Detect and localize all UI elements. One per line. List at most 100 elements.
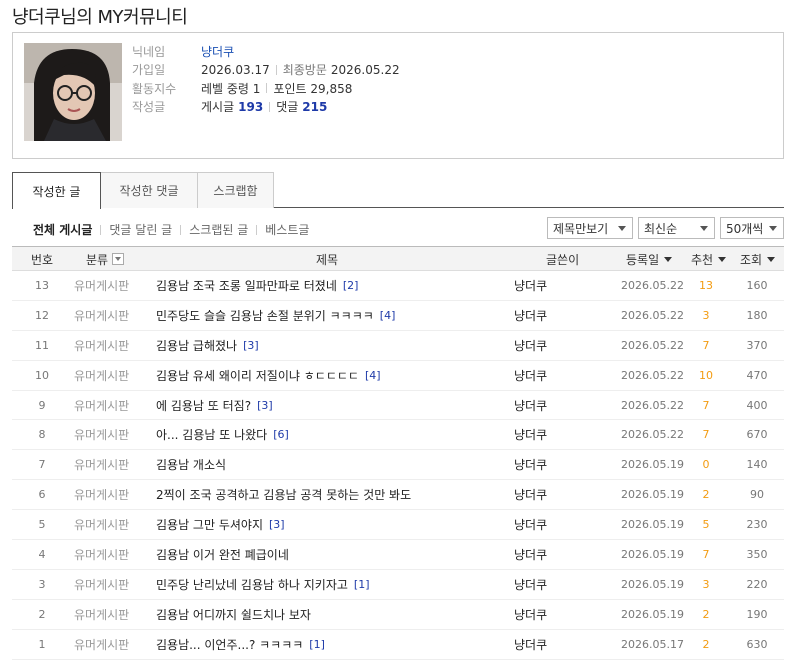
post-category[interactable]: 유머게시판 bbox=[74, 510, 129, 539]
post-category[interactable]: 유머게시판 bbox=[74, 271, 129, 300]
post-title-link[interactable]: 민주당도 슬슬 김용남 손절 분위기 ㅋㅋㅋㅋ [4] bbox=[156, 301, 395, 330]
category-filter-icon[interactable] bbox=[112, 253, 125, 265]
post-category[interactable]: 유머게시판 bbox=[74, 540, 129, 569]
filter-all-posts[interactable]: 전체 게시글 bbox=[33, 221, 92, 238]
post-writer[interactable]: 냥더쿠 bbox=[514, 600, 547, 629]
post-date: 2026.05.17 bbox=[621, 637, 684, 651]
col-views-sort[interactable]: 조회 bbox=[740, 247, 776, 271]
post-writer[interactable]: 냥더쿠 bbox=[514, 361, 547, 390]
divider bbox=[256, 224, 258, 235]
comment-count-badge[interactable]: [6] bbox=[273, 428, 289, 441]
nickname-label: 닉네임 bbox=[132, 44, 166, 59]
post-recommend: 0 bbox=[702, 458, 710, 472]
post-category[interactable]: 유머게시판 bbox=[74, 301, 129, 330]
activity-label: 활동지수 bbox=[132, 81, 177, 96]
post-num: 9 bbox=[38, 398, 46, 412]
col-date-sort[interactable]: 등록일 bbox=[626, 247, 673, 271]
divider bbox=[100, 224, 102, 235]
filter-commented[interactable]: 댓글 달린 글 bbox=[109, 221, 172, 238]
comment-count-label: 댓글 bbox=[276, 100, 299, 115]
post-title-link[interactable]: 김용남 개소식 bbox=[156, 450, 232, 479]
post-title-link[interactable]: 2찍이 조국 공격하고 김용남 공격 못하는 것만 봐도 bbox=[156, 480, 417, 509]
post-category[interactable]: 유머게시판 bbox=[74, 420, 129, 449]
post-category[interactable]: 유머게시판 bbox=[74, 600, 129, 629]
post-recommend: 7 bbox=[702, 428, 710, 442]
post-category[interactable]: 유머게시판 bbox=[74, 361, 129, 390]
comment-count-badge[interactable]: [3] bbox=[257, 399, 273, 412]
post-writer[interactable]: 냥더쿠 bbox=[514, 570, 547, 599]
post-title-link[interactable]: 에 김용남 또 터짐? [3] bbox=[156, 391, 273, 420]
post-title-link[interactable]: 김용남 어디까지 쉴드치나 보자 bbox=[156, 600, 317, 629]
post-title-link[interactable]: 민주당 난리났네 김용남 하나 지키자고 [1] bbox=[156, 570, 370, 599]
post-writer[interactable]: 냥더쿠 bbox=[514, 391, 547, 420]
post-writer[interactable]: 냥더쿠 bbox=[514, 420, 547, 449]
filter-best[interactable]: 베스트글 bbox=[265, 221, 309, 238]
chevron-down-icon bbox=[618, 226, 626, 231]
post-recommend: 5 bbox=[702, 518, 710, 532]
post-title-link[interactable]: 김용남 그만 두셔야지 [3] bbox=[156, 510, 285, 539]
post-writer[interactable]: 냥더쿠 bbox=[514, 630, 547, 659]
post-category[interactable]: 유머게시판 bbox=[74, 570, 129, 599]
post-recommend: 2 bbox=[702, 607, 710, 621]
comment-count-badge[interactable]: [2] bbox=[343, 279, 359, 292]
post-recommend: 3 bbox=[702, 577, 710, 591]
post-views: 190 bbox=[746, 607, 768, 621]
post-date: 2026.05.22 bbox=[621, 398, 684, 412]
post-writer[interactable]: 냥더쿠 bbox=[514, 301, 547, 330]
post-num: 6 bbox=[38, 488, 46, 502]
comment-count-badge[interactable]: [1] bbox=[309, 638, 325, 651]
post-writer[interactable]: 냥더쿠 bbox=[514, 480, 547, 509]
post-category[interactable]: 유머게시판 bbox=[74, 630, 129, 659]
tab-my-comments[interactable]: 작성한 댓글 bbox=[100, 172, 198, 208]
post-recommend: 10 bbox=[699, 368, 713, 382]
view-mode-select[interactable]: 제목만보기 bbox=[547, 217, 633, 239]
post-title-link[interactable]: 김용남 유세 왜이리 저질이냐 ㅎㄷㄷㄷㄷ [4] bbox=[156, 361, 381, 390]
post-title-link[interactable]: 김용남 이거 완전 폐급이네 bbox=[156, 540, 295, 569]
post-category[interactable]: 유머게시판 bbox=[74, 331, 129, 360]
nickname[interactable]: 냥더쿠 bbox=[201, 43, 234, 60]
comment-count-badge[interactable]: [4] bbox=[380, 309, 396, 322]
tab-my-posts[interactable]: 작성한 글 bbox=[12, 172, 101, 209]
table-row: 2 유머게시판 김용남 어디까지 쉴드치나 보자 냥더쿠 2026.05.19 … bbox=[12, 600, 784, 630]
col-recommend-sort[interactable]: 추천 bbox=[691, 247, 727, 271]
post-num: 10 bbox=[35, 368, 49, 382]
post-num: 2 bbox=[38, 607, 46, 621]
tab-scraps[interactable]: 스크랩함 bbox=[197, 172, 274, 208]
tab-bar: 작성한 글 작성한 댓글 스크랩함 bbox=[12, 172, 784, 209]
post-title-link[interactable]: 아... 김용남 또 나왔다 [6] bbox=[156, 420, 289, 449]
post-category[interactable]: 유머게시판 bbox=[74, 391, 129, 420]
sort-select[interactable]: 최신순 bbox=[638, 217, 715, 239]
filter-scrapped[interactable]: 스크랩된 글 bbox=[189, 221, 248, 238]
post-title-link[interactable]: 김용남 조국 조롱 일파만파로 터졌네 [2] bbox=[156, 271, 358, 300]
post-num: 5 bbox=[38, 518, 46, 532]
post-date: 2026.05.22 bbox=[621, 279, 684, 292]
post-views: 670 bbox=[746, 428, 768, 442]
post-recommend: 7 bbox=[702, 398, 710, 412]
post-count[interactable]: 193 bbox=[238, 100, 263, 114]
sort-down-icon bbox=[664, 256, 673, 262]
comment-count-badge[interactable]: [1] bbox=[354, 578, 370, 591]
table-row: 12 유머게시판 민주당도 슬슬 김용남 손절 분위기 ㅋㅋㅋㅋ [4] 냥더쿠 … bbox=[12, 301, 784, 331]
posts-label: 작성글 bbox=[132, 100, 166, 115]
post-writer[interactable]: 냥더쿠 bbox=[514, 450, 547, 479]
table-row: 4 유머게시판 김용남 이거 완전 폐급이네 냥더쿠 2026.05.19 7 … bbox=[12, 540, 784, 570]
post-title-link[interactable]: 김용남 급해졌나 [3] bbox=[156, 331, 259, 360]
post-views: 370 bbox=[746, 338, 768, 352]
table-row: 1 유머게시판 김용남... 이언주...? ㅋㅋㅋㅋ [1] 냥더쿠 2026.… bbox=[12, 630, 784, 660]
post-num: 4 bbox=[38, 548, 46, 562]
comment-count-badge[interactable]: [4] bbox=[365, 369, 381, 382]
post-title-link[interactable]: 김용남... 이언주...? ㅋㅋㅋㅋ [1] bbox=[156, 630, 325, 659]
post-writer[interactable]: 냥더쿠 bbox=[514, 510, 547, 539]
comment-count-badge[interactable]: [3] bbox=[243, 339, 259, 352]
post-writer[interactable]: 냥더쿠 bbox=[514, 331, 547, 360]
col-category: 분류 bbox=[86, 247, 125, 271]
post-writer[interactable]: 냥더쿠 bbox=[514, 540, 547, 569]
divider bbox=[180, 224, 182, 235]
comment-count[interactable]: 215 bbox=[302, 100, 327, 114]
post-writer[interactable]: 냥더쿠 bbox=[514, 271, 547, 300]
post-num: 11 bbox=[35, 338, 49, 352]
per-page-select[interactable]: 50개씩 bbox=[720, 217, 784, 239]
post-category[interactable]: 유머게시판 bbox=[74, 450, 129, 479]
post-category[interactable]: 유머게시판 bbox=[74, 480, 129, 509]
comment-count-badge[interactable]: [3] bbox=[269, 518, 285, 531]
